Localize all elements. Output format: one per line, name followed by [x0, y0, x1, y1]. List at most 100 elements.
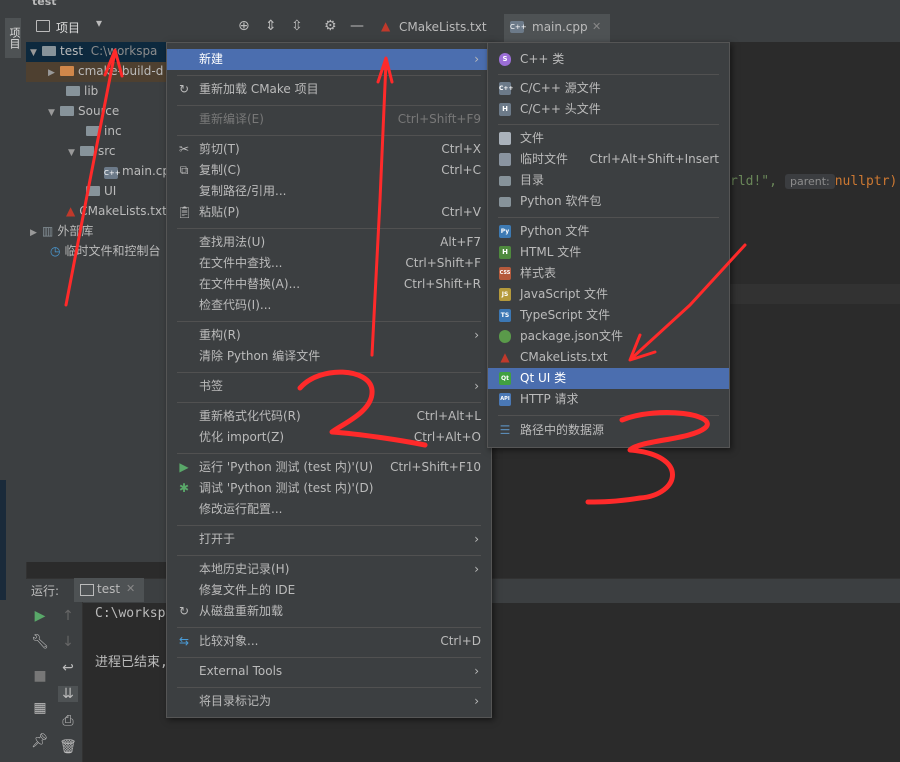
soft-wrap-icon[interactable]: ↩: [58, 660, 78, 676]
menu-item-reload-cmake[interactable]: ↻ 重新加载 CMake 项目: [167, 79, 491, 100]
tree-item-test[interactable]: ▼ test C:\workspa: [30, 41, 157, 61]
project-tool-button[interactable]: 项目: [5, 18, 21, 58]
submenu-item-scratch[interactable]: 临时文件 Ctrl+Alt+Shift+Insert: [488, 149, 729, 170]
folder-icon: [42, 46, 56, 56]
menu-item-mark-directory[interactable]: 将目录标记为 ›: [167, 691, 491, 712]
folder-icon: [66, 86, 80, 96]
pin-icon[interactable]: 📌︎: [30, 733, 50, 749]
stop-icon[interactable]: ■: [30, 668, 50, 684]
menu-item-edit-run-config[interactable]: 修改运行配置...: [167, 499, 491, 520]
class-icon: S: [499, 53, 511, 66]
scroll-end-icon[interactable]: ⇊: [58, 686, 78, 702]
menu-item-find-in-files[interactable]: 在文件中查找... Ctrl+Shift+F: [167, 253, 491, 274]
submenu-item-package-json[interactable]: package.json文件: [488, 326, 729, 347]
scissors-icon: ✂: [178, 142, 190, 156]
close-icon[interactable]: ✕: [592, 20, 601, 33]
submenu-item-file[interactable]: 文件: [488, 128, 729, 149]
submenu-item-datasource[interactable]: ☰ 路径中的数据源: [488, 420, 729, 441]
chevron-down-icon: ▼: [30, 48, 37, 58]
submenu-item-typescript[interactable]: TS TypeScript 文件: [488, 305, 729, 326]
ts-file-icon: TS: [499, 309, 511, 322]
menu-item-reformat-code[interactable]: 重新格式化代码(R) Ctrl+Alt+L: [167, 406, 491, 427]
submenu-item-python-file[interactable]: Py Python 文件: [488, 221, 729, 242]
tree-item-external-libs[interactable]: ▶ ▥ 外部库: [30, 221, 93, 241]
wrench-icon[interactable]: 🔧︎: [30, 634, 50, 650]
submenu-item-cpp-class[interactable]: S C++ 类: [488, 49, 729, 70]
folder-icon: [80, 146, 94, 156]
submenu-item-cpp-source[interactable]: C++ C/C++ 源文件: [488, 78, 729, 99]
tree-item-source[interactable]: ▼ Source: [48, 101, 119, 121]
tree-item-src[interactable]: ▼ src: [68, 141, 116, 161]
menu-item-find-usages[interactable]: 查找用法(U) Alt+F7: [167, 232, 491, 253]
tree-item-inc[interactable]: inc: [86, 121, 122, 141]
tree-item-scratches[interactable]: ◷ 临时文件和控制台: [50, 241, 161, 261]
arrow-down-icon[interactable]: ↓: [58, 634, 78, 650]
tab-main-cpp[interactable]: C++ main.cpp ✕: [504, 14, 610, 45]
expand-icon[interactable]: ⇕: [265, 18, 277, 34]
tab-cmakelists[interactable]: ▲ CMakeLists.txt: [374, 14, 502, 42]
tree-item-ui[interactable]: UI: [86, 181, 116, 201]
menu-item-debug-tests[interactable]: ✱ 调试 'Python 测试 (test 内)'(D): [167, 478, 491, 499]
js-file-icon: JS: [499, 288, 511, 301]
menu-item-run-tests[interactable]: ▶ 运行 'Python 测试 (test 内)'(U) Ctrl+Shift+F1…: [167, 457, 491, 478]
tree-item-lib[interactable]: lib: [66, 81, 98, 101]
folder-orange-icon: [60, 66, 74, 76]
html-file-icon: H: [499, 246, 511, 259]
collapse-icon[interactable]: ⇳: [291, 18, 303, 34]
menu-item-cut[interactable]: ✂ 剪切(T) Ctrl+X: [167, 139, 491, 160]
debug-icon: ✱: [178, 481, 190, 495]
menu-item-paste[interactable]: 📋︎ 粘贴(P) Ctrl+V: [167, 202, 491, 223]
chevron-right-icon: ›: [474, 379, 479, 393]
submenu-item-http-request[interactable]: API HTTP 请求: [488, 389, 729, 410]
submenu-item-cpp-header[interactable]: H C/C++ 头文件: [488, 99, 729, 120]
menu-item-inspect-code[interactable]: 检查代码(I)...: [167, 295, 491, 316]
rerun-icon[interactable]: ▶: [30, 608, 50, 624]
gear-icon[interactable]: ⚙: [324, 18, 337, 34]
menu-item-copy[interactable]: ⧉ 复制(C) Ctrl+C: [167, 160, 491, 181]
menu-item-replace-in-files[interactable]: 在文件中替换(A)... Ctrl+Shift+R: [167, 274, 491, 295]
submenu-item-cmakelists[interactable]: ▲ CMakeLists.txt: [488, 347, 729, 368]
menu-item-local-history[interactable]: 本地历史记录(H) ›: [167, 559, 491, 580]
arrow-up-icon[interactable]: ↑: [58, 608, 78, 624]
console-icon: [80, 584, 94, 596]
folder-icon: [86, 126, 100, 136]
chevron-down-icon[interactable]: ▾: [96, 16, 102, 30]
submenu-item-html-file[interactable]: H HTML 文件: [488, 242, 729, 263]
parameter-hint: parent:: [784, 174, 835, 189]
close-icon[interactable]: ✕: [126, 582, 135, 595]
submenu-item-python-package[interactable]: Python 软件包: [488, 191, 729, 212]
menu-item-reload-from-disk[interactable]: ↻ 从磁盘重新加载: [167, 601, 491, 622]
run-toolbar-right: [54, 602, 83, 762]
tree-item-main-cpp[interactable]: C++main.cp: [104, 161, 170, 181]
layout-icon[interactable]: ▦: [30, 700, 50, 716]
minimize-icon[interactable]: —: [350, 18, 364, 34]
trash-icon[interactable]: 🗑︎: [58, 739, 78, 755]
menu-item-compare-with[interactable]: ⇆ 比较对象... Ctrl+D: [167, 631, 491, 652]
menu-item-open-in[interactable]: 打开于 ›: [167, 529, 491, 550]
menu-item-new[interactable]: 新建 ›: [167, 49, 491, 70]
css-file-icon: CSS: [499, 267, 511, 280]
print-icon[interactable]: ⎙: [58, 713, 78, 729]
menu-item-clean-python[interactable]: 清除 Python 编译文件: [167, 346, 491, 367]
project-panel-title[interactable]: 项目: [56, 19, 80, 36]
submenu-item-stylesheet[interactable]: CSS 样式表: [488, 263, 729, 284]
menu-item-repair-ide[interactable]: 修复文件上的 IDE: [167, 580, 491, 601]
cpp-file-icon: C++: [510, 21, 527, 33]
menu-item-bookmarks[interactable]: 书签 ›: [167, 376, 491, 397]
tree-item-cmake-build[interactable]: ▶ cmake-build-d: [48, 61, 163, 81]
window-title: test: [32, 0, 57, 8]
submenu-item-directory[interactable]: 目录: [488, 170, 729, 191]
chevron-right-icon: ▶: [48, 68, 55, 78]
menu-item-external-tools[interactable]: External Tools ›: [167, 661, 491, 682]
menu-item-refactor[interactable]: 重构(R) ›: [167, 325, 491, 346]
tree-item-cmakelists[interactable]: ▲ CMakeLists.txt: [66, 201, 167, 221]
chevron-right-icon: ›: [474, 694, 479, 708]
python-file-icon: Py: [499, 225, 511, 238]
crosshair-icon[interactable]: ⊕: [238, 18, 250, 34]
submenu-item-javascript[interactable]: JS JavaScript 文件: [488, 284, 729, 305]
folder-icon: [86, 186, 100, 196]
cpp-file-icon: C++: [104, 167, 121, 179]
menu-item-copy-path[interactable]: 复制路径/引用...: [167, 181, 491, 202]
menu-item-optimize-imports[interactable]: 优化 import(Z) Ctrl+Alt+O: [167, 427, 491, 448]
submenu-item-qt-ui-class[interactable]: Qt Qt UI 类: [488, 368, 729, 389]
